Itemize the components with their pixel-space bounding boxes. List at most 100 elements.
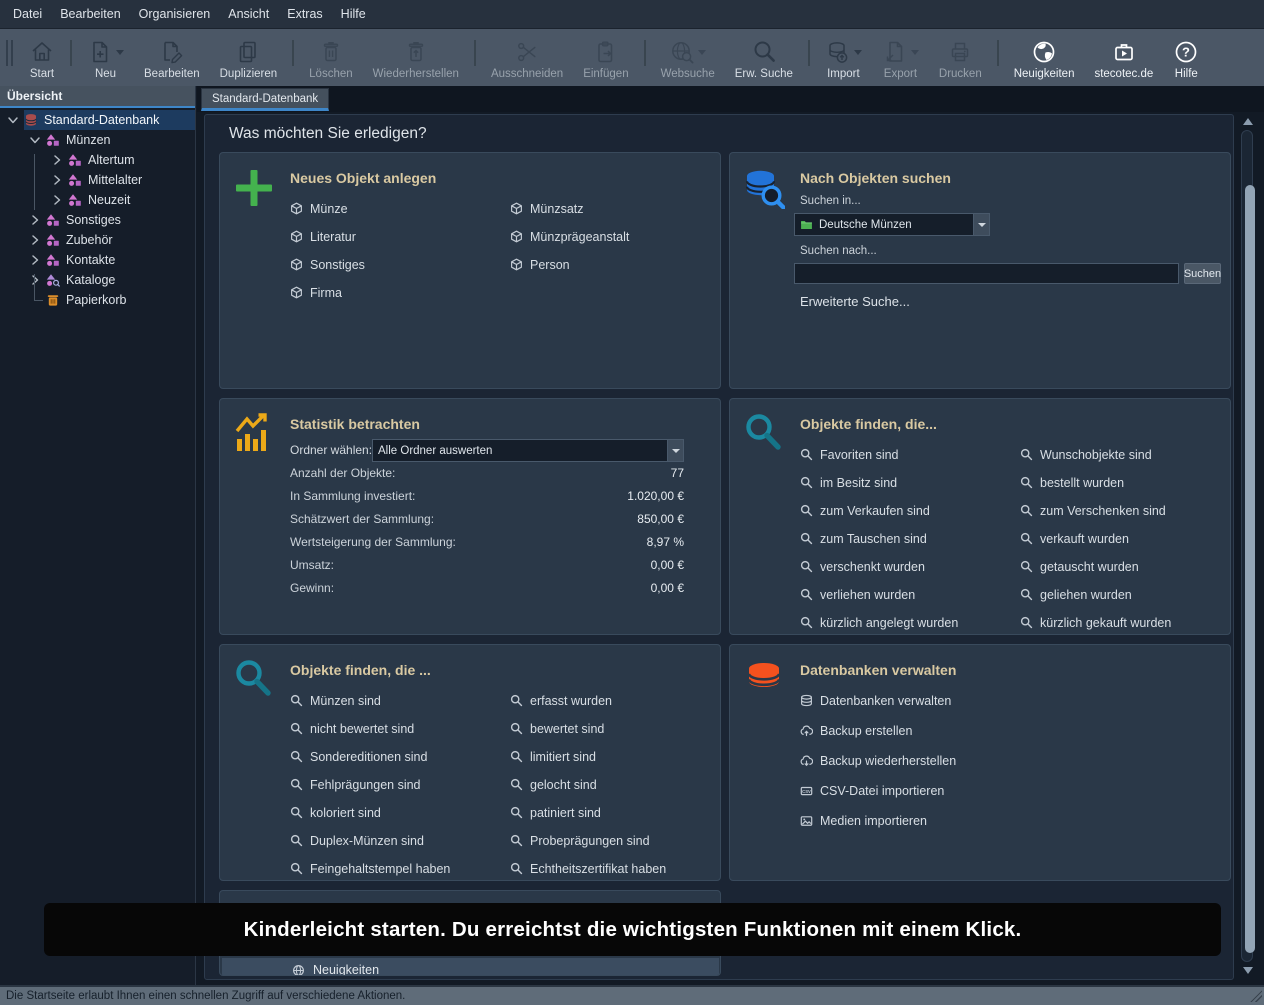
help-button[interactable]: Hilfe xyxy=(1163,36,1209,80)
find-item[interactable]: verliehen wurden xyxy=(800,585,958,604)
print-button[interactable]: Drucken xyxy=(929,36,992,80)
new-sonstiges-link[interactable]: Sonstiges xyxy=(290,255,365,274)
scrollbar-thumb[interactable] xyxy=(1245,185,1255,953)
chevron-down-icon[interactable] xyxy=(6,113,20,127)
tab-standard-datenbank[interactable]: Standard-Datenbank xyxy=(201,88,329,111)
import-media-link[interactable]: Medien importieren xyxy=(800,811,956,830)
new-muenzpraegeanstalt-link[interactable]: Münzprägeanstalt xyxy=(510,227,629,246)
find-item[interactable]: kürzlich angelegt wurden xyxy=(800,613,958,632)
advanced-search-button[interactable]: Erw. Suche xyxy=(725,36,803,80)
scroll-up-icon[interactable] xyxy=(1243,118,1253,125)
find-item[interactable]: patiniert sind xyxy=(510,803,666,822)
chevron-right-icon[interactable] xyxy=(28,253,42,267)
panel-title: Statistik betrachten xyxy=(290,416,420,432)
menu-hilfe[interactable]: Hilfe xyxy=(332,0,375,29)
find-item[interactable]: getauscht wurden xyxy=(1020,557,1171,576)
tree-item-sonstiges[interactable]: Sonstiges xyxy=(0,210,195,230)
find-item[interactable]: Wunschobjekte sind xyxy=(1020,445,1171,464)
dropdown-arrow-icon[interactable] xyxy=(973,214,989,235)
find-item[interactable]: verschenkt wurden xyxy=(800,557,958,576)
restore-button[interactable]: Wiederherstellen xyxy=(363,36,469,80)
menu-bearbeiten[interactable]: Bearbeiten xyxy=(51,0,129,29)
chevron-down-icon[interactable] xyxy=(28,133,42,147)
find-item[interactable]: Duplex-Münzen sind xyxy=(290,831,450,850)
tree-item-altertum[interactable]: Altertum xyxy=(0,150,195,170)
duplicate-button[interactable]: Duplizieren xyxy=(210,36,288,80)
menu-ansicht[interactable]: Ansicht xyxy=(219,0,278,29)
news-link[interactable]: Neuigkeiten xyxy=(222,958,719,976)
manage-databases-link[interactable]: Datenbanken verwalten xyxy=(800,691,956,710)
news-button[interactable]: Neuigkeiten xyxy=(1004,36,1085,80)
find-item[interactable]: limitiert sind xyxy=(510,747,666,766)
create-backup-link[interactable]: Backup erstellen xyxy=(800,721,956,740)
find-item[interactable]: zum Tauschen sind xyxy=(800,529,958,548)
find-item[interactable]: Echtheitszertifikat haben xyxy=(510,859,666,878)
new-muenze-link[interactable]: Münze xyxy=(290,199,365,218)
tree-item-kataloge[interactable]: Kataloge xyxy=(0,270,195,290)
find-item[interactable]: verkauft wurden xyxy=(1020,529,1171,548)
new-literatur-link[interactable]: Literatur xyxy=(290,227,365,246)
tree-item-kontakte[interactable]: Kontakte xyxy=(0,250,195,270)
find-item[interactable]: erfasst wurden xyxy=(510,691,666,710)
start-button[interactable]: Start xyxy=(19,36,65,80)
dropdown-arrow-icon[interactable] xyxy=(667,440,683,461)
tree-item-zubehoer[interactable]: Zubehör xyxy=(0,230,195,250)
find-item[interactable]: Favoriten sind xyxy=(800,445,958,464)
find-item[interactable]: zum Verkaufen sind xyxy=(800,501,958,520)
new-person-link[interactable]: Person xyxy=(510,255,629,274)
advanced-search-link[interactable]: Erweiterte Suche... xyxy=(800,294,910,309)
find-item[interactable]: Fehlprägungen sind xyxy=(290,775,450,794)
new-button[interactable]: Neu xyxy=(77,36,134,80)
find-item[interactable]: kürzlich gekauft wurden xyxy=(1020,613,1171,632)
tree-item-standard-datenbank[interactable]: Standard-Datenbank xyxy=(0,110,195,130)
stecotec-website-button[interactable]: stecotec.de xyxy=(1084,36,1163,80)
search-input[interactable] xyxy=(794,263,1179,284)
websearch-button[interactable]: Websuche xyxy=(651,36,725,80)
search-icon xyxy=(510,750,523,763)
export-button[interactable]: Export xyxy=(872,36,929,80)
tree-item-muenzen[interactable]: Münzen xyxy=(0,130,195,150)
chevron-right-icon[interactable] xyxy=(50,173,64,187)
menu-datei[interactable]: Datei xyxy=(4,0,51,29)
cube-icon xyxy=(510,202,523,215)
chevron-right-icon[interactable] xyxy=(50,193,64,207)
restore-backup-link[interactable]: Backup wiederherstellen xyxy=(800,751,956,770)
find-item[interactable]: zum Verschenken sind xyxy=(1020,501,1171,520)
vertical-scrollbar[interactable] xyxy=(1239,116,1256,976)
find-item[interactable]: nicht bewertet sind xyxy=(290,719,450,738)
scrollbar-track[interactable] xyxy=(1241,130,1253,962)
find-item[interactable]: Feingehaltstempel haben xyxy=(290,859,450,878)
search-folder-dropdown[interactable]: Deutsche Münzen xyxy=(794,213,990,236)
toolbar-separator xyxy=(292,40,294,66)
toolbar-drag-handle[interactable] xyxy=(6,40,13,66)
tree-item-mittelalter[interactable]: Mittelalter xyxy=(0,170,195,190)
find-item[interactable]: bewertet sind xyxy=(510,719,666,738)
chevron-right-icon[interactable] xyxy=(28,213,42,227)
menu-extras[interactable]: Extras xyxy=(278,0,331,29)
find-item[interactable]: Münzen sind xyxy=(290,691,450,710)
tree-item-neuzeit[interactable]: Neuzeit xyxy=(0,190,195,210)
new-firma-link[interactable]: Firma xyxy=(290,283,365,302)
scroll-down-icon[interactable] xyxy=(1243,967,1253,974)
find-item[interactable]: im Besitz sind xyxy=(800,473,958,492)
find-item[interactable]: bestellt wurden xyxy=(1020,473,1171,492)
find-item[interactable]: Probeprägungen sind xyxy=(510,831,666,850)
chevron-right-icon[interactable] xyxy=(50,153,64,167)
find-item[interactable]: koloriert sind xyxy=(290,803,450,822)
menu-organisieren[interactable]: Organisieren xyxy=(130,0,220,29)
tree-item-papierkorb[interactable]: Papierkorb xyxy=(0,290,195,310)
search-button[interactable]: Suchen xyxy=(1184,263,1221,284)
paste-button[interactable]: Einfügen xyxy=(573,36,638,80)
import-csv-link[interactable]: CSV-Datei importieren xyxy=(800,781,956,800)
edit-button[interactable]: Bearbeiten xyxy=(134,36,210,80)
import-button[interactable]: Import xyxy=(815,36,872,80)
find-item[interactable]: Sondereditionen sind xyxy=(290,747,450,766)
delete-button[interactable]: Löschen xyxy=(299,36,362,80)
find-item[interactable]: geliehen wurden xyxy=(1020,585,1171,604)
new-muenzsatz-link[interactable]: Münzsatz xyxy=(510,199,629,218)
cut-button[interactable]: Ausschneiden xyxy=(481,36,573,80)
stats-folder-dropdown[interactable]: Alle Ordner auswerten xyxy=(372,439,684,462)
chevron-right-icon[interactable] xyxy=(28,233,42,247)
find-item[interactable]: gelocht sind xyxy=(510,775,666,794)
resize-grip-icon[interactable] xyxy=(1250,990,1262,1002)
